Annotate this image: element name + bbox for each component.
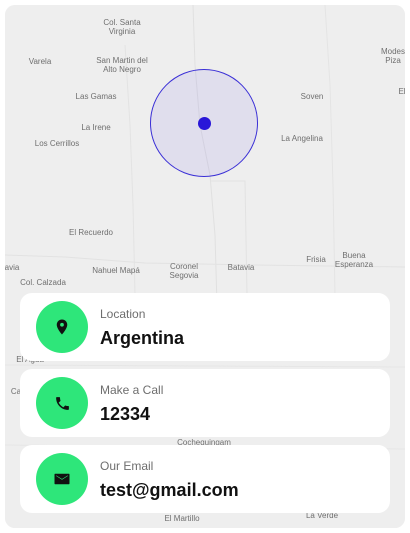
map-place-label: El — [398, 87, 405, 96]
location-marker[interactable] — [198, 117, 211, 130]
location-card: Location Argentina — [20, 293, 390, 361]
phone-icon-badge — [36, 377, 88, 429]
map-place-label: Las Gamas — [75, 92, 117, 101]
map-place-label: avia — [5, 263, 20, 272]
contact-label: Make a Call — [100, 383, 164, 397]
contact-label: Location — [100, 307, 146, 321]
map-place-label: Buena Esperanza — [334, 251, 374, 269]
email-card[interactable]: Our Email test@gmail.com — [20, 445, 390, 513]
mail-icon — [54, 473, 70, 485]
map-place-label: Col. Calzada — [20, 278, 66, 287]
map-place-label: Modes Piza — [380, 47, 405, 65]
map-place-label: Varela — [28, 57, 52, 66]
map-place-label: Coronel Segovia — [169, 262, 199, 280]
contact-map-panel: Col. Santa Virginia Varela San Martin del… — [5, 5, 405, 528]
contact-value: test@gmail.com — [100, 480, 239, 500]
map-place-label: Frisia — [306, 255, 326, 264]
contact-label: Our Email — [100, 459, 154, 473]
map-place-label: Col. Santa Virginia — [103, 18, 141, 36]
map-place-label: El Martillo — [164, 514, 200, 523]
map-place-label: Batavia — [227, 263, 255, 272]
map-place-label: Soven — [300, 92, 324, 101]
location-pin-icon — [56, 319, 68, 335]
map-place-label: Nahuel Mapá — [92, 266, 140, 275]
contact-value: 12334 — [100, 404, 151, 424]
map-place-label: El Recuerdo — [68, 228, 114, 237]
phone-icon — [55, 396, 69, 410]
email-icon-badge — [36, 453, 88, 505]
map-place-label: La Angelina — [281, 134, 323, 143]
location-icon-badge — [36, 301, 88, 353]
map-place-label: San Martin del Alto Negro — [96, 56, 148, 74]
map-place-label: Los Cerrillos — [34, 139, 80, 148]
contact-value: Argentina — [100, 328, 185, 348]
phone-card[interactable]: Make a Call 12334 — [20, 369, 390, 437]
map-place-label: La Irene — [81, 123, 111, 132]
